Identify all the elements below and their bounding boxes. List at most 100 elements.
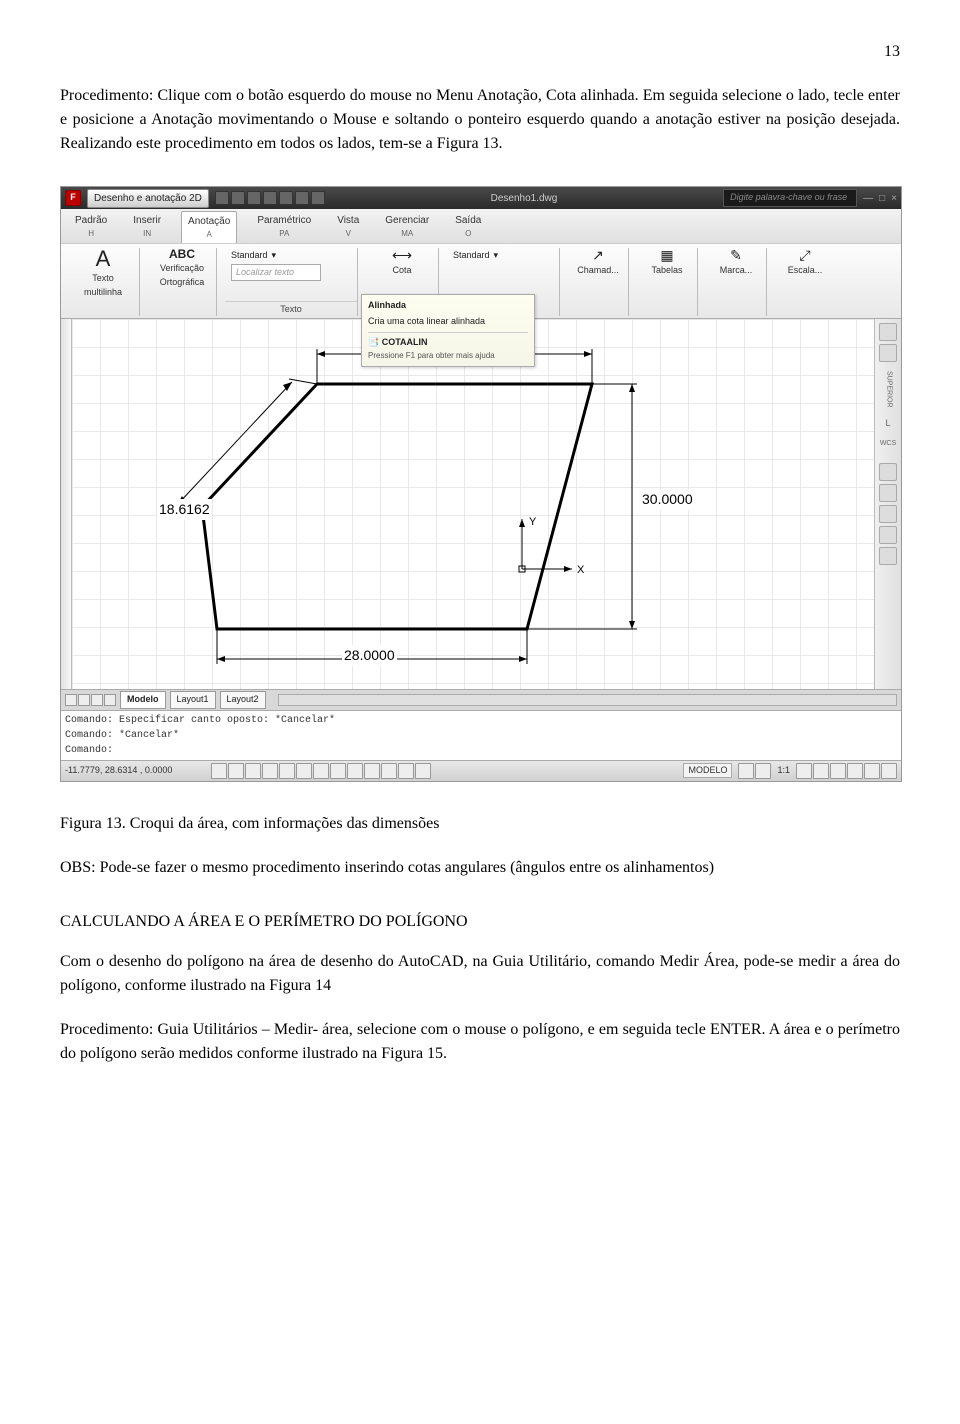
status-toggle[interactable] xyxy=(364,763,380,779)
panel-tabelas: ▦ Tabelas xyxy=(637,248,698,316)
layout-tabs: Modelo Layout1 Layout2 xyxy=(61,689,901,710)
tab-parametrico[interactable]: Paramétrico PA xyxy=(251,211,317,243)
status-toggle[interactable] xyxy=(279,763,295,779)
panel-marca: ✎ Marca... xyxy=(706,248,767,316)
mtext-icon: A xyxy=(96,248,111,270)
status-toggle[interactable] xyxy=(398,763,414,779)
status-toggle[interactable] xyxy=(228,763,244,779)
tooltip-help: Pressione F1 para obter mais ajuda xyxy=(368,350,528,362)
tab-nav-next[interactable] xyxy=(91,694,103,706)
qat-btn[interactable] xyxy=(263,191,277,205)
status-toggle[interactable] xyxy=(245,763,261,779)
command-input[interactable] xyxy=(117,744,897,757)
mtext-button[interactable]: A Texto multilinha xyxy=(73,248,133,299)
status-toggle[interactable] xyxy=(847,763,863,779)
tab-nav-last[interactable] xyxy=(104,694,116,706)
status-toggle[interactable] xyxy=(881,763,897,779)
tab-gerenciar[interactable]: Gerenciar MA xyxy=(379,211,435,243)
tooltip-command: 📑 COTAALIN xyxy=(368,332,528,350)
left-scrollbar[interactable] xyxy=(61,319,72,689)
panel-footer-texto: Texto xyxy=(225,301,357,317)
nav-tool[interactable] xyxy=(879,526,897,544)
view-label-l: L xyxy=(885,417,890,431)
status-toggle[interactable] xyxy=(381,763,397,779)
status-toggle[interactable] xyxy=(830,763,846,779)
leader-button[interactable]: ↗ Chamad... xyxy=(574,248,622,278)
qat-btn[interactable] xyxy=(247,191,261,205)
nav-tool[interactable] xyxy=(879,484,897,502)
coordinates-display: -11.7779, 28.6314 , 0.0000 xyxy=(65,764,205,778)
command-window: Comando: Especificar canto oposto: *Canc… xyxy=(61,710,901,760)
ribbon-tabs: Padrão H Inserir IN Anotação A Paramétri… xyxy=(61,209,901,243)
scale-icon: ⤢ xyxy=(799,248,810,262)
status-toggle[interactable] xyxy=(755,763,771,779)
help-search[interactable]: Digite palavra-chave ou frase xyxy=(723,189,857,207)
status-toggle[interactable] xyxy=(330,763,346,779)
tab-model[interactable]: Modelo xyxy=(120,691,166,709)
maximize-icon[interactable]: □ xyxy=(879,191,885,206)
tab-nav-prev[interactable] xyxy=(78,694,90,706)
autocad-screenshot: F Desenho e anotação 2D Desenho1.dwg Dig… xyxy=(60,186,902,782)
tab-padrao[interactable]: Padrão H xyxy=(69,211,113,243)
panel-texto-options: Standard ▾ Localizar texto Texto xyxy=(225,248,358,316)
nav-tool[interactable] xyxy=(879,463,897,481)
status-toggle[interactable] xyxy=(738,763,754,779)
status-toggle[interactable] xyxy=(796,763,812,779)
panel-escala: ⤢ Escala... xyxy=(775,248,835,316)
status-toggle[interactable] xyxy=(813,763,829,779)
tab-anotacao[interactable]: Anotação A xyxy=(181,211,237,243)
qat-btn[interactable] xyxy=(311,191,325,205)
tab-inserir[interactable]: Inserir IN xyxy=(127,211,167,243)
nav-tool[interactable] xyxy=(879,323,897,341)
status-toggle[interactable] xyxy=(296,763,312,779)
status-toggle[interactable] xyxy=(262,763,278,779)
document-title: Desenho1.dwg xyxy=(331,191,717,206)
view-label-superior: SUPERIOR xyxy=(883,371,894,408)
titlebar: F Desenho e anotação 2D Desenho1.dwg Dig… xyxy=(61,187,901,209)
qat-btn[interactable] xyxy=(215,191,229,205)
tab-vista[interactable]: Vista V xyxy=(331,211,365,243)
paragraph-procedure: Procedimento: Clique com o botão esquerd… xyxy=(60,84,900,156)
qat-btn[interactable] xyxy=(231,191,245,205)
tab-layout2[interactable]: Layout2 xyxy=(220,691,266,709)
spellcheck-button[interactable]: ABC Verificação Ortográfica xyxy=(154,248,210,289)
status-right-buttons xyxy=(738,763,771,779)
dimension-icon: ⟷ xyxy=(392,248,412,262)
qat-btn[interactable] xyxy=(279,191,293,205)
annotation-scale[interactable]: 1:1 xyxy=(777,764,790,778)
tab-saida[interactable]: Saída O xyxy=(449,211,487,243)
table-icon: ▦ xyxy=(660,248,673,262)
status-toggle[interactable] xyxy=(415,763,431,779)
status-toggle[interactable] xyxy=(864,763,880,779)
drawing-canvas[interactable]: 25.0000 30.0000 18.6162 28.0000 X Y xyxy=(72,319,874,689)
abc-icon: ABC xyxy=(169,248,195,260)
leader-icon: ↗ xyxy=(592,248,604,262)
app-menu-icon[interactable]: F xyxy=(65,190,81,206)
tab-nav-first[interactable] xyxy=(65,694,77,706)
nav-tool[interactable] xyxy=(879,505,897,523)
close-icon[interactable]: × xyxy=(891,191,897,206)
tables-button[interactable]: ▦ Tabelas xyxy=(643,248,691,278)
nav-tool[interactable] xyxy=(879,344,897,362)
find-text-input[interactable]: Localizar texto xyxy=(231,264,321,282)
tooltip-subtitle: Cria uma cota linear alinhada xyxy=(368,315,528,329)
text-style-dropdown[interactable]: Standard ▾ xyxy=(231,249,351,263)
status-toggle[interactable] xyxy=(211,763,227,779)
status-toggle[interactable] xyxy=(313,763,329,779)
model-space-button[interactable]: MODELO xyxy=(683,763,732,779)
tab-layout1[interactable]: Layout1 xyxy=(170,691,216,709)
status-toggle[interactable] xyxy=(347,763,363,779)
dim-style-dropdown[interactable]: Standard ▾ xyxy=(453,249,553,263)
qat-btn[interactable] xyxy=(295,191,309,205)
dimension-button[interactable]: ⟷ Cota xyxy=(372,248,432,278)
axis-x: X xyxy=(575,562,586,579)
panel-texto: A Texto multilinha xyxy=(67,248,140,316)
nav-tool[interactable] xyxy=(879,547,897,565)
right-tool-palette: SUPERIOR L WCS xyxy=(874,319,901,689)
tooltip-title: Alinhada xyxy=(368,299,528,313)
workspace-selector[interactable]: Desenho e anotação 2D xyxy=(87,189,209,208)
minimize-icon[interactable]: — xyxy=(863,191,873,206)
horizontal-scrollbar[interactable] xyxy=(278,694,897,706)
markup-button[interactable]: ✎ Marca... xyxy=(712,248,760,278)
scale-button[interactable]: ⤢ Escala... xyxy=(781,248,829,278)
